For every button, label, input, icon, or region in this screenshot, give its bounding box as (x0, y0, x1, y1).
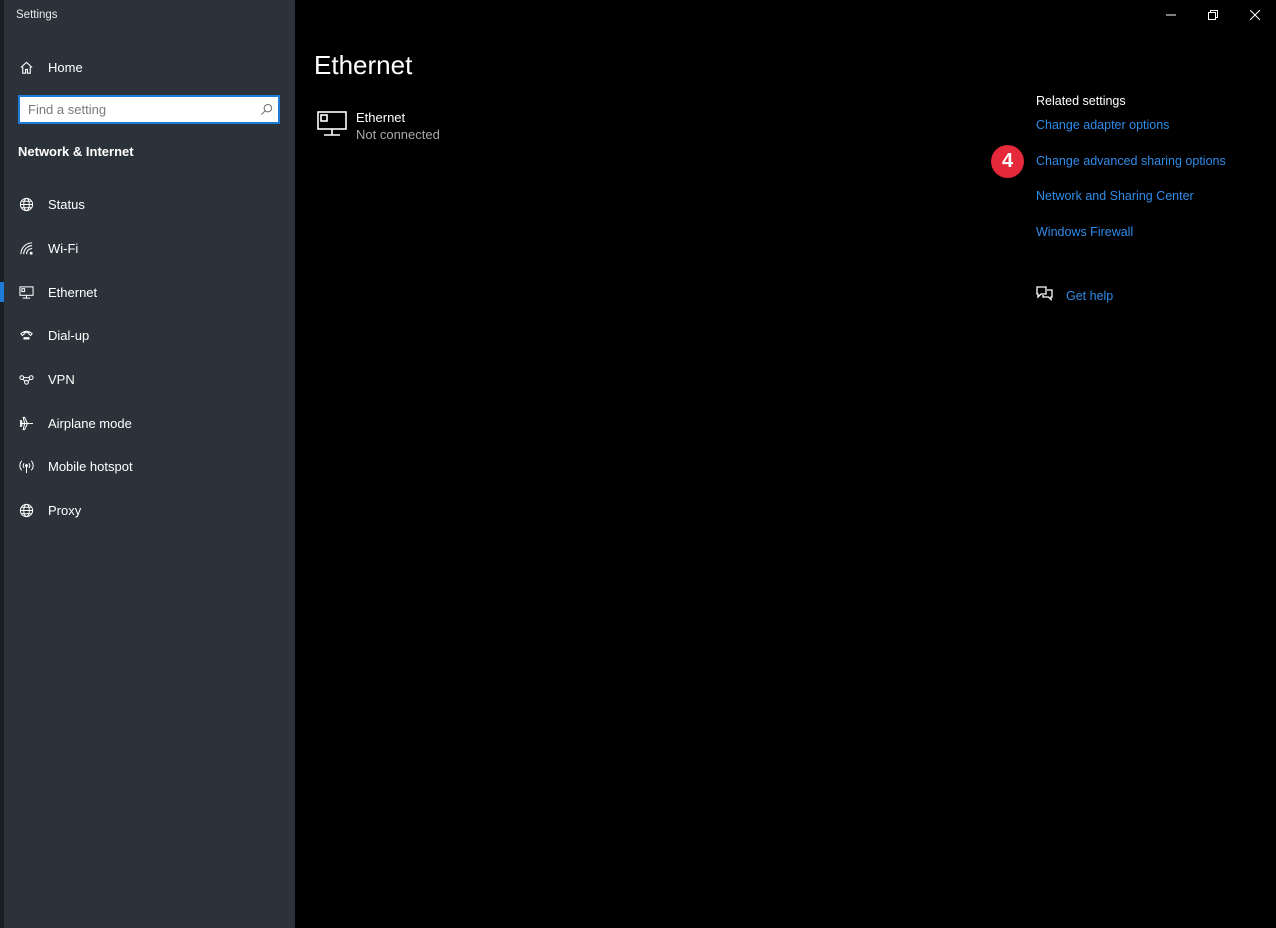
minimize-icon (1166, 14, 1176, 16)
ethernet-adapter-icon (316, 110, 348, 144)
airplane-icon (18, 415, 34, 431)
sidebar-item-label: Wi-Fi (48, 241, 79, 257)
window-title: Settings (16, 9, 58, 21)
sidebar-item-label: Ethernet (48, 284, 98, 300)
hotspot-icon (18, 459, 34, 475)
minimize-button[interactable] (1150, 0, 1192, 30)
sidebar-nav: Status Wi-Fi Ethernet Dial-up VPN Airpla… (0, 183, 295, 533)
sidebar-item-label: VPN (48, 372, 75, 388)
restore-button[interactable] (1192, 0, 1234, 30)
ethernet-connection-item[interactable]: Ethernet Not connected (316, 110, 440, 144)
network-and-sharing-center-link[interactable]: Network and Sharing Center (1036, 189, 1194, 203)
help-chat-icon (1036, 285, 1053, 306)
page-title: Ethernet (314, 50, 413, 80)
connection-status: Not connected (356, 127, 440, 142)
sidebar-item-ethernet[interactable]: Ethernet (0, 270, 295, 314)
search-icon[interactable] (254, 103, 278, 116)
sidebar-item-mobile-hotspot[interactable]: Mobile hotspot (4, 445, 295, 489)
sidebar-item-proxy[interactable]: Proxy (4, 489, 295, 533)
sidebar-item-label: Dial-up (48, 328, 90, 344)
get-help-link[interactable]: Get help (1036, 285, 1113, 306)
sidebar-item-vpn[interactable]: VPN (4, 358, 295, 402)
dialup-icon (18, 328, 34, 344)
change-adapter-options-link[interactable]: Change adapter options (1036, 118, 1169, 132)
sidebar-item-wifi[interactable]: Wi-Fi (4, 227, 295, 271)
search-box[interactable] (18, 95, 280, 124)
vpn-icon (18, 372, 34, 388)
home-icon (18, 59, 34, 75)
change-advanced-sharing-options-link[interactable]: Change advanced sharing options (1036, 154, 1226, 168)
get-help-label: Get help (1066, 288, 1114, 303)
connection-name: Ethernet (356, 110, 406, 125)
sidebar-item-label: Status (48, 197, 85, 213)
section-title: Network & Internet (18, 144, 134, 159)
restore-icon (1208, 10, 1218, 20)
globe-status-icon (18, 197, 34, 213)
search-input[interactable] (20, 97, 254, 122)
step-annotation-badge: 4 (991, 145, 1024, 178)
sidebar-item-status[interactable]: Status (4, 183, 295, 227)
sidebar: Settings Home Network & Internet Status … (0, 0, 295, 928)
window-controls (1150, 0, 1276, 30)
related-settings: Related settings Change adapter options … (1036, 94, 1226, 239)
sidebar-item-airplane-mode[interactable]: Airplane mode (4, 401, 295, 445)
home-nav-item[interactable]: Home (18, 56, 83, 78)
wifi-icon (18, 241, 34, 257)
sidebar-item-label: Mobile hotspot (48, 459, 133, 475)
globe-icon (18, 503, 34, 519)
home-label: Home (48, 59, 83, 75)
related-settings-title: Related settings (1036, 94, 1126, 108)
ethernet-icon (18, 284, 34, 300)
sidebar-item-dialup[interactable]: Dial-up (4, 314, 295, 358)
sidebar-item-label: Airplane mode (48, 415, 132, 431)
close-icon (1250, 10, 1260, 20)
close-button[interactable] (1234, 0, 1276, 30)
windows-firewall-link[interactable]: Windows Firewall (1036, 225, 1133, 239)
sidebar-item-label: Proxy (48, 503, 82, 519)
